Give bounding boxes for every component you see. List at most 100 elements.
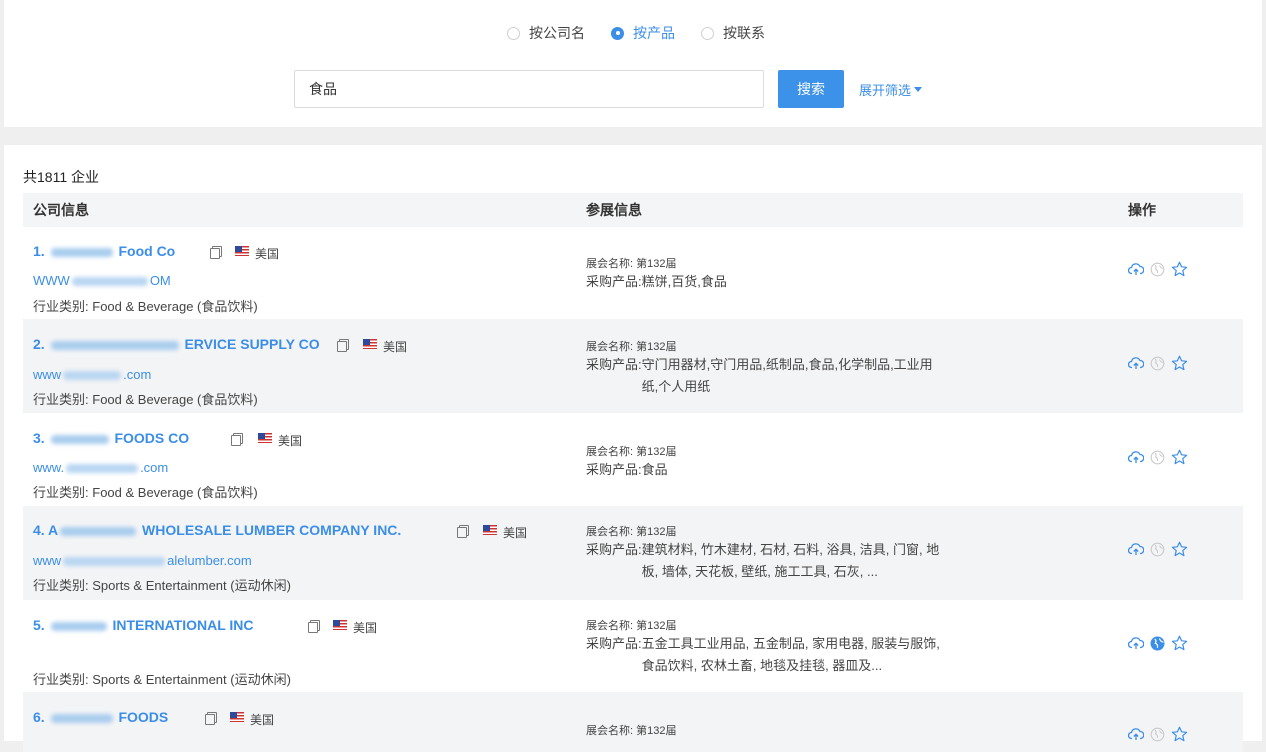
globe-icon[interactable] bbox=[1150, 356, 1165, 371]
company-website[interactable]: www .com bbox=[33, 367, 151, 382]
search-button[interactable]: 搜索 bbox=[778, 70, 844, 108]
expo-cell: 展会名称: 第132届 采购产品: 糕饼,百货,食品 bbox=[576, 227, 1116, 319]
company-cell: 1. Food Co 美国 WWW OM 行业类别: Food & Beverag… bbox=[23, 227, 576, 319]
star-icon[interactable] bbox=[1171, 261, 1188, 277]
company-name-link[interactable]: 3. FOODS CO bbox=[33, 430, 189, 446]
website-prefix: WWW bbox=[33, 273, 70, 288]
copy-icon[interactable] bbox=[337, 339, 349, 352]
expo-value: 第132届 bbox=[636, 526, 677, 538]
company-name-text: Food Co bbox=[118, 243, 176, 259]
copy-icon[interactable] bbox=[231, 433, 243, 446]
cloud-upload-icon[interactable] bbox=[1128, 636, 1144, 650]
radio-by-contact[interactable]: 按联系 bbox=[701, 23, 765, 43]
industry-value: Food & Beverage (食品饮料) bbox=[92, 485, 258, 500]
copy-icon[interactable] bbox=[457, 525, 469, 538]
redacted-text bbox=[71, 277, 148, 287]
expo-value: 第132届 bbox=[636, 620, 677, 632]
company-website[interactable]: WWW OM bbox=[33, 273, 171, 288]
company-cell: 3. FOODS CO 美国 www. .com 行业类别: Food & Bev… bbox=[23, 413, 576, 506]
purchase-products: 采购产品: 五金工具工业用品, 五金制品, 家用电器, 服装与服饰, 食品饮料,… bbox=[586, 633, 946, 677]
ops-cell bbox=[1116, 692, 1243, 752]
company-cell: 4. A WHOLESALE LUMBER COMPANY INC. 美国 ww… bbox=[23, 506, 576, 600]
globe-icon[interactable] bbox=[1150, 542, 1165, 557]
expo-label: 展会名称: bbox=[586, 446, 634, 458]
cloud-upload-icon[interactable] bbox=[1128, 542, 1144, 556]
company-name-link[interactable]: 5. INTERNATIONAL INC bbox=[33, 617, 254, 633]
redacted-text bbox=[50, 247, 113, 257]
results-table: 公司信息 参展信息 操作 1. Food Co 美国 WWW OM 行业类别: bbox=[23, 193, 1243, 752]
expo-name: 展会名称: 第132届 bbox=[586, 443, 676, 459]
header-expo: 参展信息 bbox=[586, 202, 642, 218]
company-name-link[interactable]: 6. FOODS bbox=[33, 709, 168, 725]
globe-icon[interactable] bbox=[1150, 727, 1165, 742]
purchase-products: 采购产品: 建筑材料, 竹木建材, 石材, 石料, 浴具, 洁具, 门窗, 地板… bbox=[586, 539, 946, 583]
radio-by-product[interactable]: 按产品 bbox=[611, 23, 675, 43]
purchase-value: 建筑材料, 竹木建材, 石材, 石料, 浴具, 洁具, 门窗, 地板, 墙体, … bbox=[641, 542, 940, 579]
search-panel: 按公司名 按产品 按联系 搜索 展开筛选 bbox=[4, 0, 1262, 127]
star-icon[interactable] bbox=[1171, 449, 1188, 465]
cloud-upload-icon[interactable] bbox=[1128, 356, 1144, 370]
radio-dot[interactable] bbox=[507, 26, 520, 40]
radio-by-company[interactable]: 按公司名 bbox=[507, 23, 585, 43]
row-index: 1. bbox=[33, 243, 45, 259]
industry-label: 行业类别: bbox=[33, 485, 89, 500]
ops-cell bbox=[1116, 506, 1243, 600]
expo-name: 展会名称: 第132届 bbox=[586, 617, 676, 633]
company-name-link[interactable]: 2. ERVICE SUPPLY CO bbox=[33, 336, 320, 352]
row-index: 3. bbox=[33, 430, 45, 446]
radio-dot[interactable] bbox=[611, 26, 624, 40]
globe-icon[interactable] bbox=[1150, 636, 1165, 651]
expo-label: 展会名称: bbox=[586, 258, 634, 270]
industry-label: 行业类别: bbox=[33, 299, 89, 314]
industry-value: Food & Beverage (食品饮料) bbox=[92, 392, 258, 407]
purchase-value: 食品 bbox=[641, 462, 668, 477]
ops-cell bbox=[1116, 319, 1243, 413]
redacted-text bbox=[63, 371, 122, 381]
purchase-label: 采购产品: bbox=[586, 542, 642, 557]
star-icon[interactable] bbox=[1171, 635, 1188, 651]
purchase-label: 采购产品: bbox=[586, 462, 642, 477]
country-label: 美国 bbox=[250, 713, 275, 727]
radio-label: 按公司名 bbox=[529, 25, 585, 41]
search-input[interactable] bbox=[294, 70, 764, 108]
us-flag-icon bbox=[363, 339, 377, 349]
radio-dot[interactable] bbox=[701, 26, 714, 40]
ops-cell bbox=[1116, 227, 1243, 319]
country-label: 美国 bbox=[278, 434, 303, 448]
redacted-text bbox=[63, 557, 166, 567]
copy-icon[interactable] bbox=[308, 620, 320, 633]
company-website[interactable]: www alelumber.com bbox=[33, 553, 252, 568]
company-name-link[interactable]: 4. A WHOLESALE LUMBER COMPANY INC. bbox=[33, 522, 401, 538]
globe-icon[interactable] bbox=[1150, 262, 1165, 277]
table-row: 2. ERVICE SUPPLY CO 美国 www .com 行业类别: Foo… bbox=[23, 319, 1243, 413]
caret-down-icon bbox=[914, 87, 923, 92]
expo-cell: 展会名称: 第132届 采购产品: 五金工具工业用品, 五金制品, 家用电器, … bbox=[576, 600, 1116, 692]
star-icon[interactable] bbox=[1171, 355, 1188, 371]
expo-label: 展会名称: bbox=[586, 526, 634, 538]
header-company: 公司信息 bbox=[33, 202, 89, 218]
industry-value: Sports & Entertainment (运动休闲) bbox=[92, 578, 291, 593]
cloud-upload-icon[interactable] bbox=[1128, 727, 1144, 741]
country-label: 美国 bbox=[353, 621, 378, 635]
purchase-value: 守门用器材,守门用品,纸制品,食品,化学制品,工业用纸,个人用纸 bbox=[641, 357, 933, 394]
expo-value: 第132届 bbox=[636, 341, 677, 353]
expo-name: 展会名称: 第132届 bbox=[586, 338, 676, 354]
expand-filter-toggle[interactable]: 展开筛选 bbox=[859, 80, 923, 99]
industry-label: 行业类别: bbox=[33, 672, 89, 687]
star-icon[interactable] bbox=[1171, 726, 1188, 742]
redacted-text bbox=[50, 621, 107, 631]
company-name-text: FOODS bbox=[118, 709, 169, 725]
star-icon[interactable] bbox=[1171, 541, 1188, 557]
globe-icon[interactable] bbox=[1150, 450, 1165, 465]
company-website[interactable]: www. .com bbox=[33, 460, 168, 475]
cloud-upload-icon[interactable] bbox=[1128, 262, 1144, 276]
expo-cell: 展会名称: 第132届 采购产品: 守门用器材,守门用品,纸制品,食品,化学制品… bbox=[576, 319, 1116, 413]
industry-line: 行业类别: Sports & Entertainment (运动休闲) bbox=[33, 575, 291, 594]
table-row: 6. FOODS 美国 展会名称: 第132届 bbox=[23, 692, 1243, 752]
copy-icon[interactable] bbox=[210, 246, 222, 259]
results-panel: 共1811 企业 公司信息 参展信息 操作 1. Food Co 美国 WWW O… bbox=[4, 145, 1262, 752]
copy-icon[interactable] bbox=[205, 712, 217, 725]
cloud-upload-icon[interactable] bbox=[1128, 450, 1144, 464]
company-name-link[interactable]: 1. Food Co bbox=[33, 243, 175, 259]
header-ops: 操作 bbox=[1128, 202, 1156, 218]
